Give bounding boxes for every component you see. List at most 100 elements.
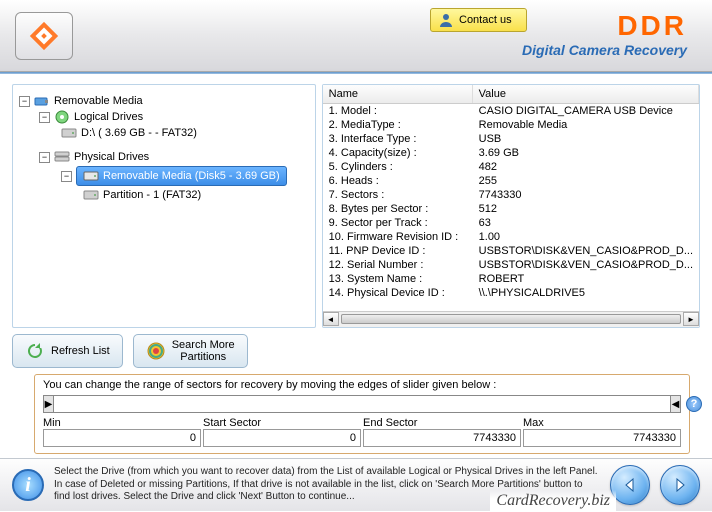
table-body: 1. Model :CASIO DIGITAL_CAMERA USB Devic… [323,104,699,311]
table-row[interactable]: 5. Cylinders :482 [323,160,699,174]
td-name: 11. PNP Device ID : [323,244,473,258]
search-more-label: Search More Partitions [172,339,235,363]
scroll-thumb[interactable] [341,314,681,324]
td-value: 512 [473,202,699,216]
td-value: Removable Media [473,118,699,132]
search-more-partitions-button[interactable]: Search More Partitions [133,334,248,368]
expand-icon[interactable]: − [19,96,30,107]
tree-selected-label: Removable Media (Disk5 - 3.69 GB) [103,170,280,182]
slider-handle-right[interactable]: ◀ [670,396,680,412]
help-icon[interactable]: ? [686,396,702,412]
tree-physical-label: Physical Drives [74,151,149,163]
table-row[interactable]: 1. Model :CASIO DIGITAL_CAMERA USB Devic… [323,104,699,118]
table-row[interactable]: 11. PNP Device ID :USBSTOR\DISK&VEN_CASI… [323,244,699,258]
tree-logical-item[interactable]: D:\ ( 3.69 GB - - FAT32) [17,125,311,141]
td-value: \\.\PHYSICALDRIVE5 [473,286,699,300]
brand-block: DDR Digital Camera Recovery [522,10,687,58]
max-input[interactable] [523,429,681,447]
drive-tree-panel: − Removable Media − Logical Drives D:\ (… [12,84,316,328]
tree-logical-label: Logical Drives [74,111,143,123]
table-row[interactable]: 12. Serial Number :USBSTOR\DISK&VEN_CASI… [323,258,699,272]
start-sector-input[interactable] [203,429,361,447]
next-button[interactable] [660,465,700,505]
disc-icon [54,110,70,124]
th-name[interactable]: Name [323,85,473,103]
td-name: 7. Sectors : [323,188,473,202]
removable-media-icon [34,94,50,108]
th-value[interactable]: Value [473,85,699,103]
scroll-right-icon[interactable]: ► [683,312,699,326]
contact-label: Contact us [459,14,512,26]
app-logo [15,12,73,60]
td-value: 63 [473,216,699,230]
td-name: 12. Serial Number : [323,258,473,272]
td-value: 3.69 GB [473,146,699,160]
slider-handle-left[interactable]: ▶ [44,396,54,412]
watermark-text: CardRecovery.biz [490,490,616,512]
min-input[interactable] [43,429,201,447]
td-name: 9. Sector per Track : [323,216,473,230]
drive-icon [83,169,99,183]
arrow-right-icon [671,476,689,494]
drive-icon [61,126,77,140]
sector-slider[interactable]: ▶ ◀ ? [43,395,681,413]
td-name: 13. System Name : [323,272,473,286]
table-row[interactable]: 9. Sector per Track :63 [323,216,699,230]
tree-partition-item[interactable]: Partition - 1 (FAT32) [17,187,311,203]
slider-instruction: You can change the range of sectors for … [43,379,681,391]
tree-physical-selected[interactable]: − Removable Media (Disk5 - 3.69 GB) [17,165,311,187]
sector-inputs: Min Start Sector End Sector Max [43,417,681,447]
td-name: 1. Model : [323,104,473,118]
td-name: 14. Physical Device ID : [323,286,473,300]
td-value: 482 [473,160,699,174]
td-value: 255 [473,174,699,188]
table-row[interactable]: 10. Firmware Revision ID :1.00 [323,230,699,244]
table-row[interactable]: 2. MediaType :Removable Media [323,118,699,132]
table-row[interactable]: 14. Physical Device ID :\\.\PHYSICALDRIV… [323,286,699,300]
scroll-left-icon[interactable]: ◄ [323,312,339,326]
td-name: 3. Interface Type : [323,132,473,146]
horizontal-scrollbar[interactable]: ◄ ► [323,311,699,327]
drive-stack-icon [54,150,70,164]
table-row[interactable]: 7. Sectors :7743330 [323,188,699,202]
tree-physical-drives[interactable]: − Physical Drives [17,149,311,165]
td-name: 4. Capacity(size) : [323,146,473,160]
td-name: 2. MediaType : [323,118,473,132]
refresh-icon [25,341,45,361]
table-row[interactable]: 4. Capacity(size) :3.69 GB [323,146,699,160]
sector-range-section: You can change the range of sectors for … [34,374,690,454]
td-value: USB [473,132,699,146]
td-name: 5. Cylinders : [323,160,473,174]
tree-root-label: Removable Media [54,95,143,107]
person-icon [437,11,455,29]
back-button[interactable] [610,465,650,505]
table-row[interactable]: 6. Heads :255 [323,174,699,188]
start-sector-label: Start Sector [203,417,361,429]
tree-root[interactable]: − Removable Media [17,93,311,109]
end-sector-input[interactable] [363,429,521,447]
td-value: CASIO DIGITAL_CAMERA USB Device [473,104,699,118]
arrow-left-icon [621,476,639,494]
min-label: Min [43,417,201,429]
table-row[interactable]: 3. Interface Type :USB [323,132,699,146]
tree-logical-drives[interactable]: − Logical Drives [17,109,311,125]
td-value: ROBERT [473,272,699,286]
expand-icon[interactable]: − [61,171,72,182]
tree-logical-item-label: D:\ ( 3.69 GB - - FAT32) [81,127,197,139]
info-icon: i [12,469,44,501]
expand-icon[interactable]: − [39,152,50,163]
refresh-label: Refresh List [51,345,110,357]
table-row[interactable]: 13. System Name :ROBERT [323,272,699,286]
expand-icon[interactable]: − [39,112,50,123]
brand-subtitle: Digital Camera Recovery [522,42,687,58]
refresh-list-button[interactable]: Refresh List [12,334,123,368]
td-value: USBSTOR\DISK&VEN_CASIO&PROD_D... [473,258,699,272]
td-name: 10. Firmware Revision ID : [323,230,473,244]
main-area: − Removable Media − Logical Drives D:\ (… [0,74,712,334]
td-value: USBSTOR\DISK&VEN_CASIO&PROD_D... [473,244,699,258]
tree-partition-label: Partition - 1 (FAT32) [103,189,201,201]
contact-us-button[interactable]: Contact us [430,8,527,32]
td-value: 1.00 [473,230,699,244]
search-partitions-icon [146,341,166,361]
table-row[interactable]: 8. Bytes per Sector :512 [323,202,699,216]
